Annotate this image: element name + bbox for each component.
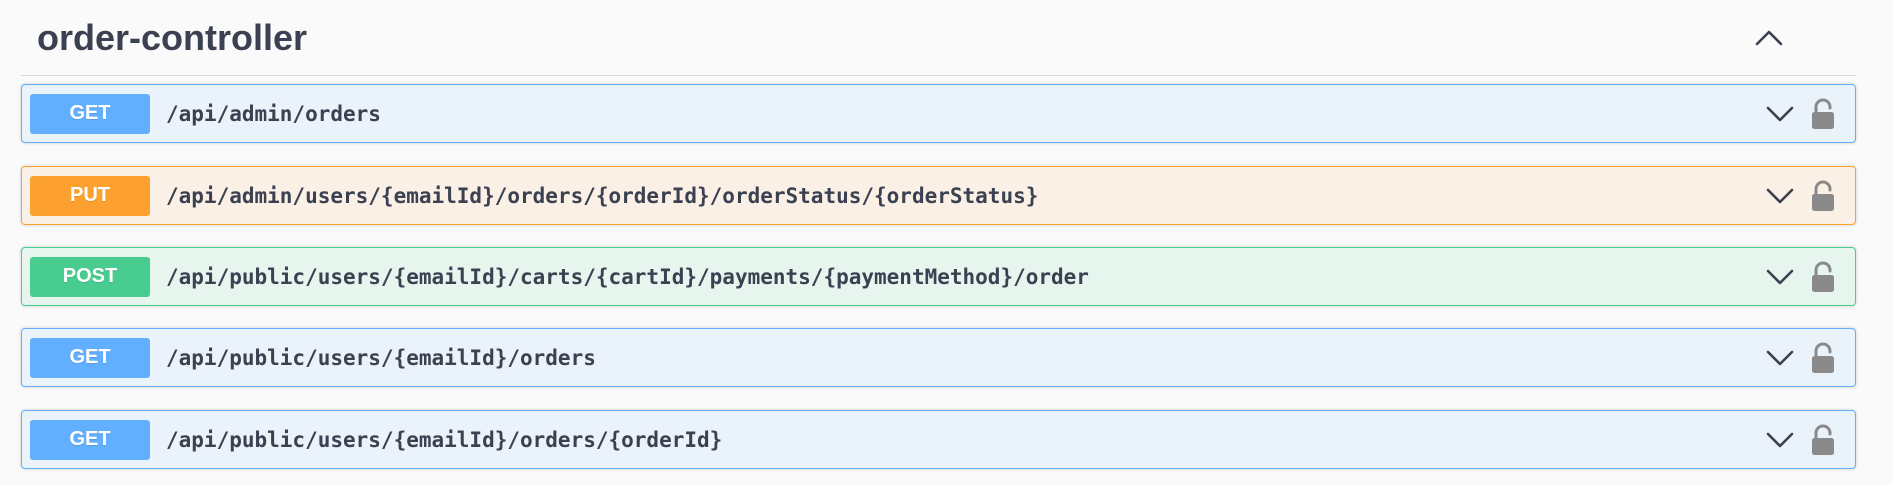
method-badge: POST	[30, 256, 150, 297]
chevron-down-icon[interactable]	[1763, 262, 1797, 292]
unlocked-icon[interactable]	[1809, 178, 1837, 214]
unlocked-icon[interactable]	[1809, 422, 1837, 458]
operation-get-user-order-by-id[interactable]: GET /api/public/users/{emailId}/orders/{…	[21, 410, 1856, 469]
method-badge: GET	[30, 93, 150, 134]
operation-get-user-orders[interactable]: GET /api/public/users/{emailId}/orders	[21, 328, 1856, 387]
chevron-up-icon[interactable]	[1752, 22, 1786, 52]
chevron-down-icon[interactable]	[1763, 425, 1797, 455]
operation-path[interactable]: /api/admin/users/{emailId}/orders/{order…	[166, 184, 1763, 208]
operation-get-admin-orders[interactable]: GET /api/admin/orders	[21, 84, 1856, 143]
unlocked-icon[interactable]	[1809, 96, 1837, 132]
operation-path[interactable]: /api/admin/orders	[166, 102, 1763, 126]
operation-path[interactable]: /api/public/users/{emailId}/orders	[166, 346, 1763, 370]
tag-header[interactable]: order-controller	[21, 0, 1856, 76]
method-badge: PUT	[30, 175, 150, 216]
method-badge: GET	[30, 419, 150, 460]
tag-title[interactable]: order-controller	[21, 17, 307, 59]
operation-put-order-status[interactable]: PUT /api/admin/users/{emailId}/orders/{o…	[21, 166, 1856, 225]
operation-path[interactable]: /api/public/users/{emailId}/carts/{cartI…	[166, 265, 1763, 289]
unlocked-icon[interactable]	[1809, 259, 1837, 295]
method-badge: GET	[30, 337, 150, 378]
chevron-down-icon[interactable]	[1763, 99, 1797, 129]
unlocked-icon[interactable]	[1809, 340, 1837, 376]
tag-section-order-controller: order-controller GET /api/admin/orders P…	[21, 0, 1856, 469]
operation-post-place-order[interactable]: POST /api/public/users/{emailId}/carts/{…	[21, 247, 1856, 306]
chevron-down-icon[interactable]	[1763, 181, 1797, 211]
chevron-down-icon[interactable]	[1763, 343, 1797, 373]
operation-path[interactable]: /api/public/users/{emailId}/orders/{orde…	[166, 428, 1763, 452]
